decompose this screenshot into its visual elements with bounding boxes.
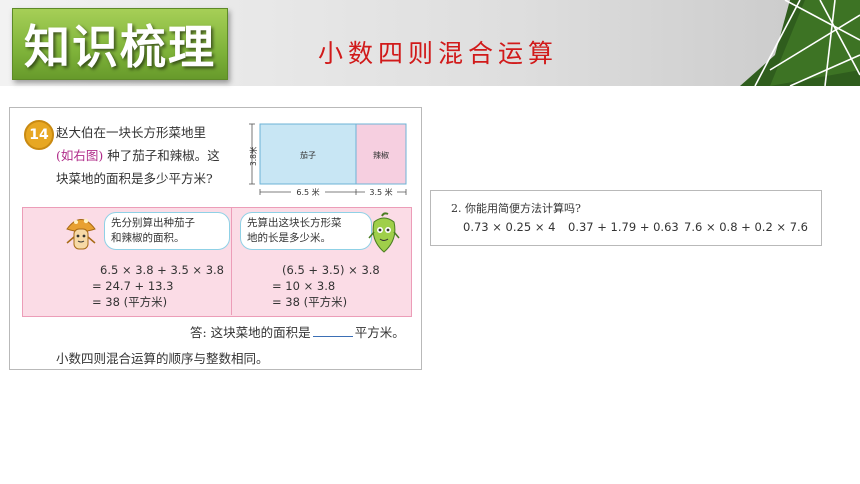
mushroom-mascot-icon [66, 218, 96, 250]
answer-blank [312, 336, 353, 337]
summary-note: 小数四则混合运算的顺序与整数相同。 [56, 351, 269, 366]
right-step-2: = 10 × 3.8 [272, 279, 336, 293]
page-title: 小数四则混合运算 [318, 39, 559, 68]
left-step-1: 6.5 × 3.8 + 3.5 × 3.8 [100, 263, 224, 277]
left-step-2: = 24.7 + 13.3 [92, 279, 174, 293]
right-step-1: (6.5 + 3.5) × 3.8 [282, 263, 380, 277]
eggplant-label: 茄子 [300, 150, 316, 160]
field-diagram: 茄子 辣椒 3.8米 6.5 米 3.5 米 [248, 123, 407, 197]
left-method-bubble: 先分别算出种茄子 和辣椒的面积。 [104, 212, 230, 250]
exercise-expression-2: 0.37 + 1.79 + 0.63 [568, 220, 679, 234]
answer-suffix: 平方米。 [354, 325, 405, 340]
left-step-3: = 38 (平方米) [92, 295, 168, 309]
answer-line: 答: 这块菜地的面积是 平方米。 [190, 322, 405, 341]
problem-line-2-paren: (如右图) [56, 148, 104, 163]
badge-title: 知识梳理 [24, 20, 216, 74]
right-method-bubble: 先算出这块长方形菜 地的长是多少米。 [240, 212, 372, 250]
problem-line-3: 块菜地的面积是多少平方米? [56, 171, 213, 186]
problem-number-badge: 14 [24, 120, 54, 150]
header-decoration [730, 0, 860, 86]
left-bubble-line-2: 和辣椒的面积。 [111, 232, 185, 244]
right-bubble-line-1: 先算出这块长方形菜 [247, 217, 342, 229]
answer-prefix: 答: 这块菜地的面积是 [190, 325, 311, 340]
problem-line-2: (如右图) 种了茄子和辣椒。这 [56, 145, 220, 164]
problem-line-1: 赵大伯在一块长方形菜地里 [56, 125, 207, 140]
exercise-box: 2. 你能用简便方法计算吗? 0.73 × 0.25 × 4 0.37 + 1.… [430, 190, 822, 246]
exercise-expression-3: 7.6 × 0.8 + 0.2 × 7.6 [684, 220, 808, 234]
section-badge: 知识梳理 [12, 8, 228, 80]
exercise-expression-1: 0.73 × 0.25 × 4 [463, 220, 556, 234]
method-divider [231, 207, 232, 315]
problem-line-2-rest: 种了茄子和辣椒。这 [103, 148, 220, 163]
right-bubble-line-2: 地的长是多少米。 [247, 232, 331, 244]
pepper-mascot-icon [368, 212, 400, 253]
left-bubble-line-1: 先分别算出种茄子 [111, 217, 195, 229]
textbook-excerpt: 14 赵大伯在一块长方形菜地里 (如右图) 种了茄子和辣椒。这 块菜地的面积是多… [9, 107, 422, 370]
right-step-3: = 38 (平方米) [272, 295, 348, 309]
eggplant-width-label: 6.5 米 [296, 187, 319, 197]
height-label: 3.8米 [248, 146, 258, 166]
exercise-title: 2. 你能用简便方法计算吗? [451, 202, 581, 215]
pepper-label: 辣椒 [373, 150, 389, 160]
pepper-width-label: 3.5 米 [369, 187, 392, 197]
